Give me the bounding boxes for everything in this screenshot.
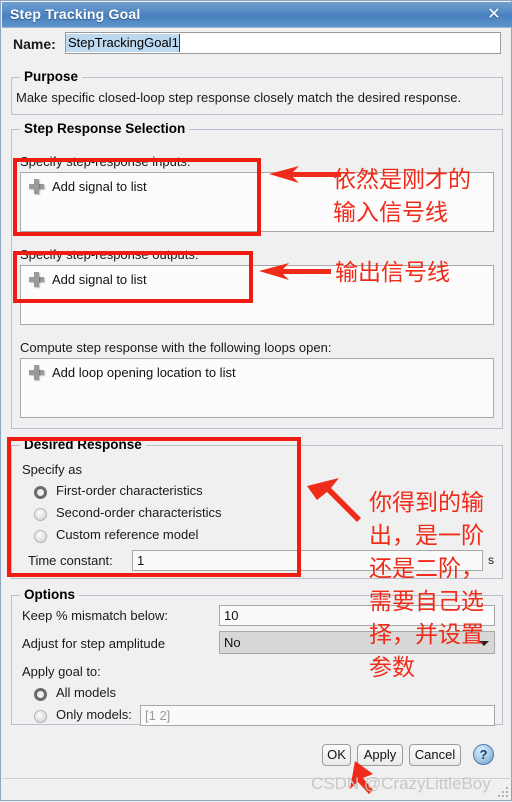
radio-only-models[interactable] [34, 710, 47, 723]
watermark: CSDN @CrazyLittleBoy [311, 774, 491, 793]
purpose-title: Purpose [20, 69, 83, 84]
desired-response-title: Desired Response [20, 437, 146, 452]
adjust-step-amplitude-select[interactable]: No [219, 631, 495, 654]
radio-first-order[interactable] [34, 486, 47, 499]
specify-as-label: Specify as [22, 462, 82, 477]
add-signal-outputs-label: Add signal to list [52, 272, 147, 287]
options-title: Options [20, 587, 79, 602]
time-constant-label: Time constant: [28, 553, 113, 568]
adjust-step-amplitude-value: No [224, 635, 241, 650]
add-loop-opening-label: Add loop opening location to list [52, 365, 236, 380]
radio-all-models[interactable] [34, 688, 47, 701]
step-tracking-goal-dialog: Step Tracking Goal ✕ Name: StepTrackingG… [0, 0, 512, 801]
adjust-step-amplitude-label: Adjust for step amplitude [22, 636, 166, 651]
step-response-outputs-list[interactable]: Add signal to list [20, 265, 494, 325]
radio-first-order-label: First-order characteristics [56, 483, 203, 498]
radio-second-order-label: Second-order characteristics [56, 505, 222, 520]
apply-button[interactable]: Apply [357, 744, 403, 766]
plus-icon [29, 272, 44, 287]
mismatch-input[interactable]: 10 [219, 605, 495, 626]
ok-button[interactable]: OK [322, 744, 351, 766]
help-icon[interactable]: ? [473, 744, 494, 765]
name-input-value: StepTrackingGoal1 [66, 34, 180, 52]
mismatch-label: Keep % mismatch below: [22, 608, 168, 623]
radio-only-models-label: Only models: [56, 707, 132, 722]
radio-all-models-label: All models [56, 685, 116, 700]
name-input[interactable]: StepTrackingGoal1 [65, 32, 501, 54]
step-response-selection-title: Step Response Selection [20, 121, 190, 136]
footer-divider [2, 778, 512, 779]
title-bar: Step Tracking Goal ✕ [2, 2, 512, 28]
loop-opening-list[interactable]: Add loop opening location to list [20, 358, 494, 418]
plus-icon [29, 179, 44, 194]
options-group: Options Keep % mismatch below: 10 Adjust… [11, 587, 503, 726]
radio-second-order[interactable] [34, 508, 47, 521]
radio-custom-reference-model-label: Custom reference model [56, 527, 199, 542]
only-models-input[interactable]: [1 2] [140, 705, 495, 726]
add-loop-opening-row[interactable]: Add loop opening location to list [29, 365, 236, 380]
add-signal-inputs-row[interactable]: Add signal to list [29, 179, 147, 194]
chevron-down-icon [479, 641, 489, 646]
time-constant-unit: s [488, 553, 494, 567]
name-row: Name: StepTrackingGoal1 [1, 29, 512, 61]
step-response-inputs-list[interactable]: Add signal to list [20, 172, 494, 232]
desired-response-group: Desired Response Specify as First-order … [11, 437, 503, 579]
apply-goal-to-label: Apply goal to: [22, 664, 101, 679]
name-label: Name: [13, 36, 56, 52]
resize-grip[interactable] [498, 787, 508, 797]
step-response-selection-group: Step Response Selection Specify step-res… [11, 121, 503, 429]
radio-custom-reference-model[interactable] [34, 530, 47, 543]
add-signal-inputs-label: Add signal to list [52, 179, 147, 194]
inputs-label: Specify step-response inputs: [20, 154, 191, 169]
time-constant-input[interactable]: 1 [132, 550, 483, 571]
close-icon[interactable]: ✕ [484, 5, 504, 25]
loops-open-label: Compute step response with the following… [20, 340, 332, 355]
purpose-text: Make specific closed-loop step response … [16, 90, 462, 105]
window-title: Step Tracking Goal [10, 6, 141, 22]
outputs-label: Specify step-response outputs: [20, 247, 199, 262]
purpose-group: Purpose Make specific closed-loop step r… [11, 69, 503, 115]
add-signal-outputs-row[interactable]: Add signal to list [29, 272, 147, 287]
plus-icon [29, 365, 44, 380]
cancel-button[interactable]: Cancel [409, 744, 461, 766]
